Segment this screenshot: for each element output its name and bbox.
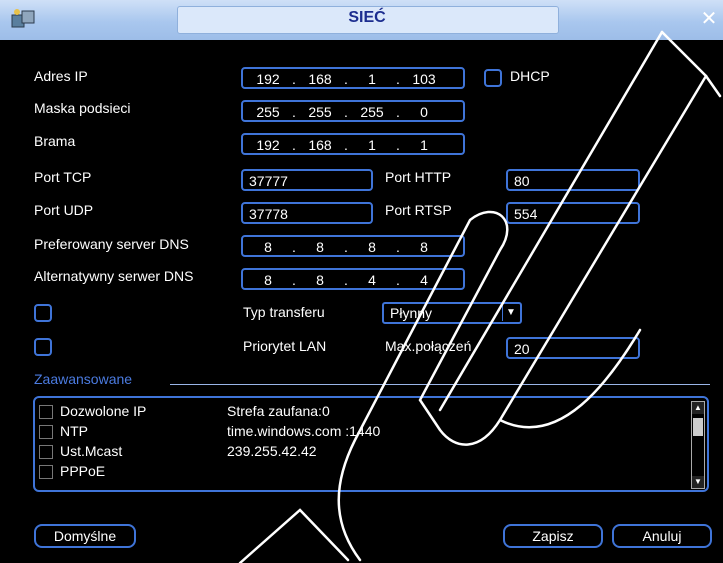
close-icon[interactable]: ✕: [698, 8, 720, 30]
ip-label: Adres IP: [34, 68, 88, 84]
window-title: SIEĆ: [348, 9, 386, 26]
dns2-octet: 4: [420, 272, 428, 288]
mask-label: Maska podsieci: [34, 100, 131, 116]
dns2-octet: 4: [368, 272, 376, 288]
row-checkbox[interactable]: [39, 405, 53, 419]
dns1-label: Preferowany server DNS: [34, 236, 189, 252]
max-connections-field[interactable]: 20: [506, 337, 640, 359]
tcp-port-field[interactable]: 37777: [241, 169, 373, 191]
gateway-label: Brama: [34, 133, 76, 149]
dns1-octet: 8: [368, 239, 376, 255]
transfer-type-select[interactable]: Płynny ▼: [382, 302, 522, 324]
item-value: time.windows.com :1440: [227, 423, 381, 439]
dns2-label: Alternatywny serwer DNS: [34, 268, 194, 284]
transfer-type-value: Płynny: [390, 305, 433, 321]
udp-label: Port UDP: [34, 202, 94, 218]
row-checkbox[interactable]: [39, 465, 53, 479]
item-name: PPPoE: [60, 463, 106, 479]
list-scrollbar[interactable]: ▲ ▼: [691, 401, 705, 489]
dns1-octet: 8: [264, 239, 272, 255]
dns-preferred-field[interactable]: 8.8.8.8: [241, 235, 465, 257]
list-item[interactable]: PPPoE: [35, 462, 685, 482]
lan-priority-checkbox[interactable]: [34, 338, 52, 356]
dns2-octet: 8: [264, 272, 272, 288]
rtsp-label: Port RTSP: [385, 202, 452, 218]
scroll-up-icon[interactable]: ▲: [692, 402, 704, 414]
mask-octet: 255: [256, 104, 280, 120]
item-name: NTP: [60, 423, 88, 439]
app-icon: [10, 7, 36, 33]
save-button[interactable]: Zapisz: [503, 524, 603, 548]
rtsp-port-field[interactable]: 554: [506, 202, 640, 224]
network-settings-window: SIEĆ ✕ Adres IP Maska podsieci Brama Por…: [0, 0, 723, 563]
ip-address-field[interactable]: 192. 168. 1. 103: [241, 67, 465, 89]
cancel-button[interactable]: Anuluj: [612, 524, 712, 548]
gateway-octet: 1: [420, 137, 428, 153]
item-name: Dozwolone IP: [60, 403, 147, 419]
transfer-label: Typ transferu: [243, 304, 325, 320]
row-checkbox[interactable]: [39, 425, 53, 439]
dns1-octet: 8: [420, 239, 428, 255]
dhcp-checkbox[interactable]: [484, 69, 502, 87]
ip-octet: 168: [308, 71, 332, 87]
mask-octet: 0: [420, 104, 428, 120]
dhcp-label: DHCP: [510, 68, 550, 84]
gateway-octet: 168: [308, 137, 332, 153]
dns1-octet: 8: [316, 239, 324, 255]
lan-priority-label: Priorytet LAN: [243, 338, 327, 354]
advanced-section-title: Zaawansowane: [34, 371, 133, 387]
ip-octet: 103: [412, 71, 436, 87]
max-connections-label: Max.połączeń: [385, 338, 472, 354]
ip-octet: 1: [368, 71, 376, 87]
item-value: Strefa zaufana:0: [227, 403, 330, 419]
dns2-octet: 8: [316, 272, 324, 288]
chevron-down-icon: ▼: [502, 305, 519, 321]
gateway-field[interactable]: 192. 168. 1. 1: [241, 133, 465, 155]
item-name: Ust.Mcast: [60, 443, 123, 459]
transfer-enable-checkbox[interactable]: [34, 304, 52, 322]
section-divider: [170, 384, 710, 385]
http-label: Port HTTP: [385, 169, 452, 185]
subnet-mask-field[interactable]: 255. 255. 255. 0: [241, 100, 465, 122]
tcp-label: Port TCP: [34, 169, 92, 185]
mask-octet: 255: [308, 104, 332, 120]
scroll-thumb[interactable]: [693, 418, 703, 436]
row-checkbox[interactable]: [39, 445, 53, 459]
item-value: 239.255.42.42: [227, 443, 317, 459]
ip-octet: 192: [256, 71, 280, 87]
title-bar: SIEĆ ✕: [0, 0, 723, 40]
default-button[interactable]: Domyślne: [34, 524, 136, 548]
udp-port-field[interactable]: 37778: [241, 202, 373, 224]
gateway-octet: 1: [368, 137, 376, 153]
list-item[interactable]: NTP time.windows.com :1440: [35, 422, 685, 442]
advanced-list: Dozwolone IP Strefa zaufana:0 NTP time.w…: [33, 396, 709, 492]
list-item[interactable]: Ust.Mcast 239.255.42.42: [35, 442, 685, 462]
dns-alternate-field[interactable]: 8.8.4.4: [241, 268, 465, 290]
list-item[interactable]: Dozwolone IP Strefa zaufana:0: [35, 402, 685, 422]
mask-octet: 255: [360, 104, 384, 120]
http-port-field[interactable]: 80: [506, 169, 640, 191]
gateway-octet: 192: [256, 137, 280, 153]
scroll-down-icon[interactable]: ▼: [692, 476, 704, 488]
